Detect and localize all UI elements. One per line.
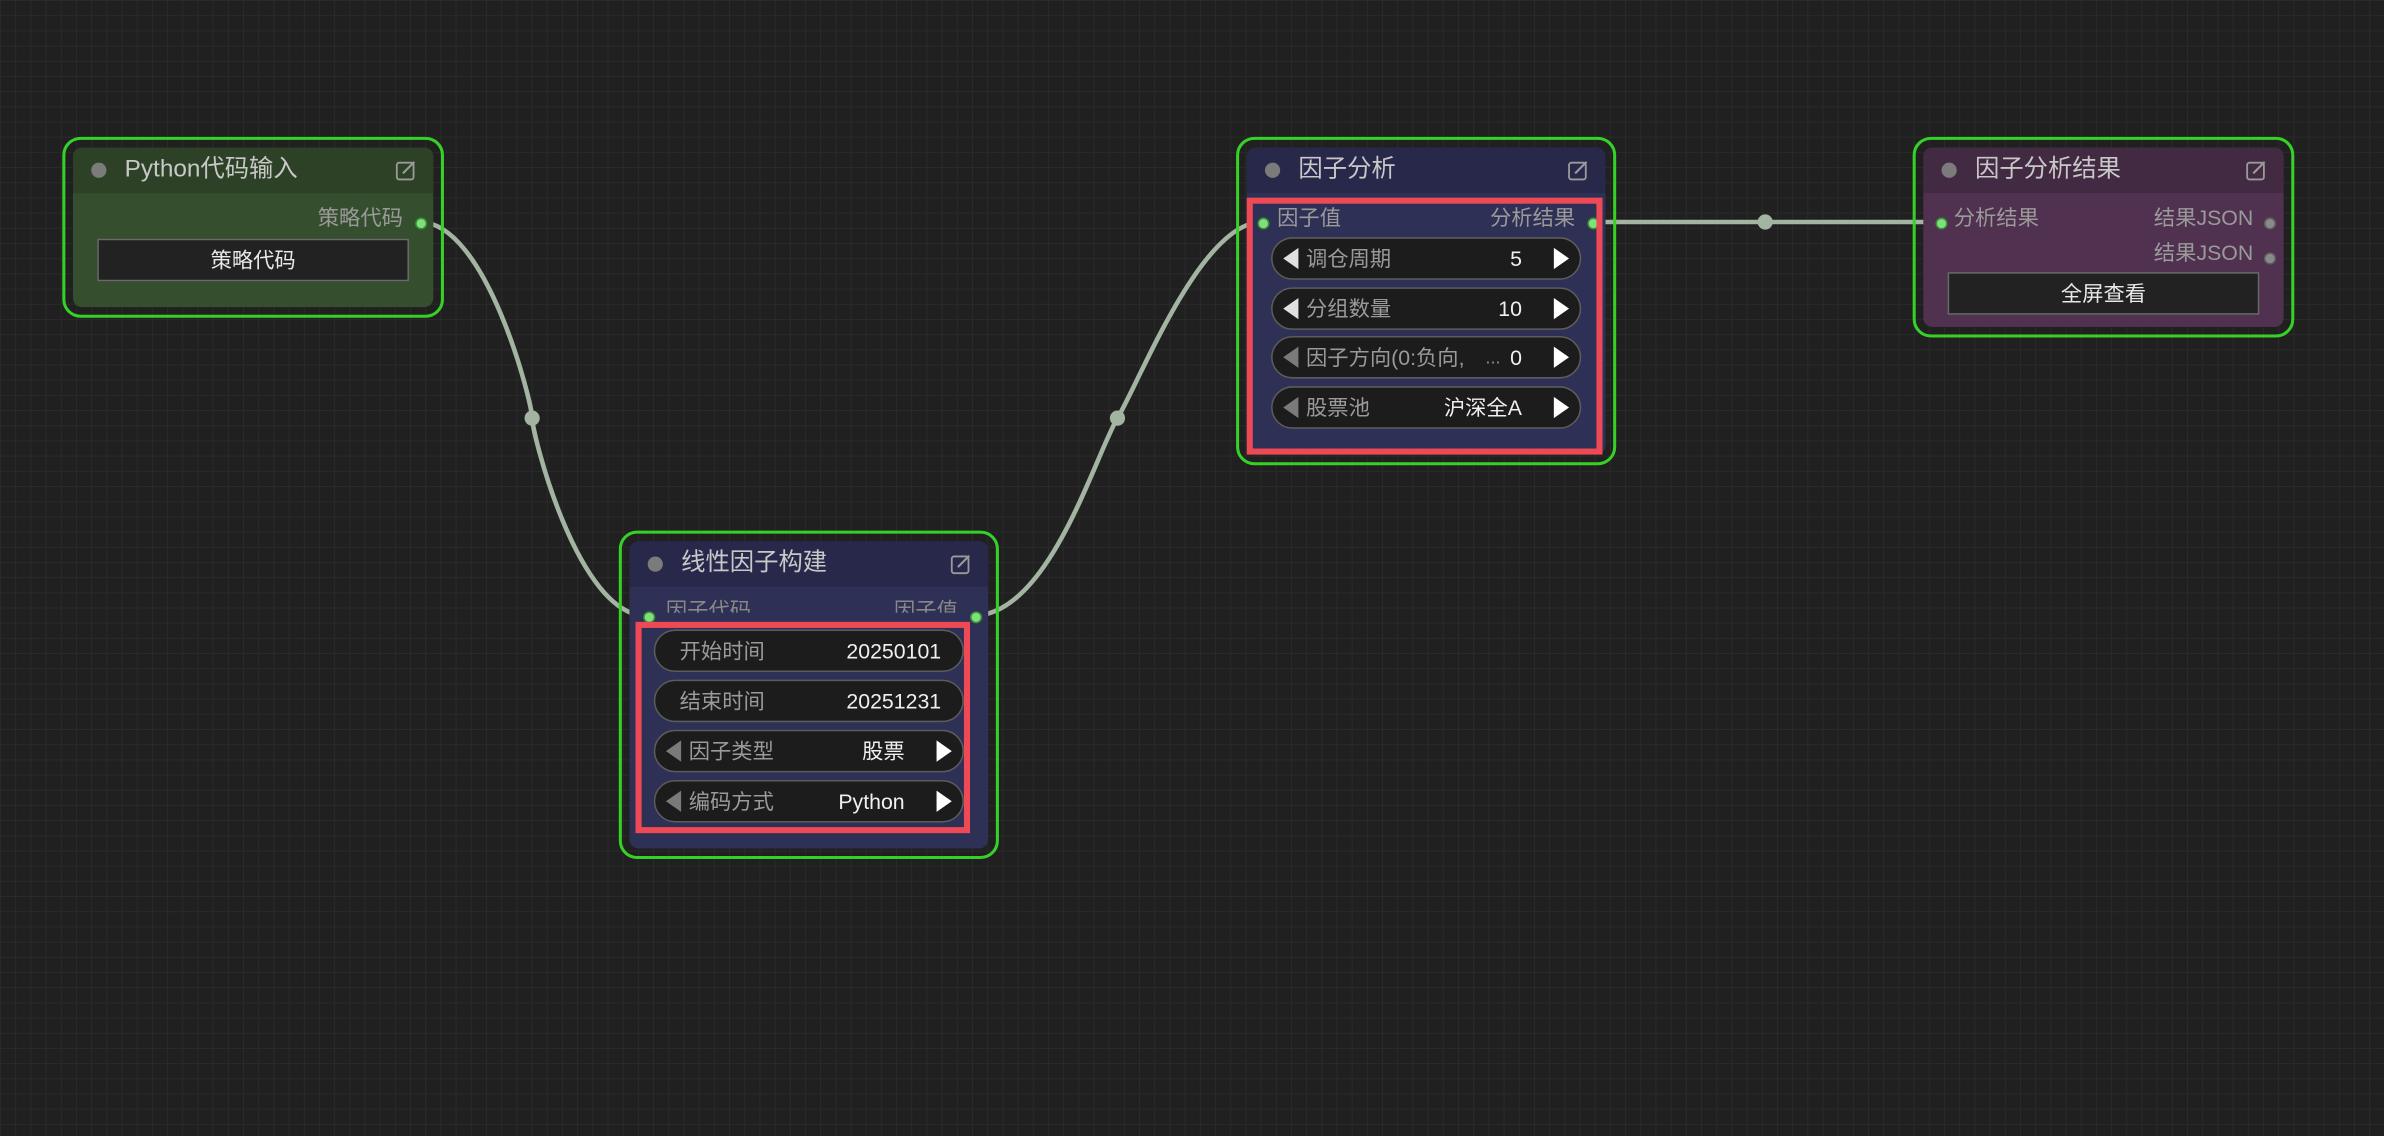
start-date-widget[interactable]: 开始时间 20250101 (653, 629, 964, 673)
arrow-left-icon[interactable] (1283, 247, 1299, 270)
link-midpoint-handle[interactable] (1109, 410, 1126, 426)
arrow-left-icon[interactable] (665, 790, 682, 812)
input-slot-label: 因子代码 (665, 597, 752, 613)
rebalance-period-number[interactable]: 调仓周期 5 (1271, 237, 1582, 280)
edit-icon[interactable] (1568, 160, 1589, 181)
link-midpoint-handle[interactable] (524, 410, 540, 426)
output-port[interactable] (2263, 217, 2277, 230)
node-header[interactable]: 线性因子构建 (629, 541, 989, 587)
node-factor-analysis[interactable]: 因子分析 因子值 分析结果 调仓周期 5 分组数量 10 因子方向(0:负向, … (1236, 136, 1617, 466)
widget-label: 因子方向(0:负向, (1306, 345, 1465, 370)
widget-label: 编码方式 (688, 789, 774, 814)
arrow-right-icon[interactable] (1553, 396, 1570, 419)
widget-label: 因子类型 (688, 738, 774, 764)
node-header[interactable]: 因子分析结果 (1923, 147, 2284, 194)
widget-label: 开始时间 (679, 638, 765, 663)
node-linear-factor[interactable]: 线性因子构建 因子代码 因子值 开始时间 20250101 结束时间 20251… (618, 530, 999, 860)
edit-icon[interactable] (2246, 160, 2267, 181)
widget-value: 股票 (862, 738, 905, 764)
end-date-widget[interactable]: 结束时间 20251231 (653, 679, 964, 723)
arrow-left-icon[interactable] (1283, 297, 1299, 320)
node-title: 因子分析结果 (1974, 156, 2121, 183)
widget-value: 5 (1510, 246, 1522, 271)
edit-icon[interactable] (395, 160, 416, 181)
widget-value: 沪深全A (1443, 395, 1522, 420)
node-collapse-dot[interactable] (1941, 162, 1957, 178)
input-slot-label: 因子值 (1277, 205, 1341, 230)
encoding-combo[interactable]: 编码方式 Python (653, 779, 964, 823)
widget-label: 分组数量 (1306, 296, 1392, 321)
widget-value: 10 (1498, 296, 1522, 321)
node-collapse-dot[interactable] (1264, 162, 1281, 178)
arrow-right-icon[interactable] (1553, 247, 1570, 270)
node-title: Python代码输入 (124, 156, 298, 183)
output-port[interactable] (970, 611, 983, 624)
widget-label: 调仓周期 (1306, 246, 1392, 271)
output-port[interactable] (2263, 252, 2277, 265)
group-count-number[interactable]: 分组数量 10 (1271, 287, 1582, 330)
output-port[interactable] (415, 217, 428, 230)
input-port[interactable] (643, 611, 656, 624)
arrow-right-icon[interactable] (936, 790, 952, 812)
widget-value: 20250101 (846, 638, 942, 663)
input-port[interactable] (1257, 217, 1270, 230)
node-collapse-dot[interactable] (91, 162, 107, 178)
link-midpoint-handle[interactable] (1757, 214, 1773, 230)
factor-direction-number[interactable]: 因子方向(0:负向, ... 0 (1271, 336, 1582, 379)
factor-type-combo[interactable]: 因子类型 股票 (653, 729, 964, 773)
widget-value: 0 (1510, 345, 1522, 370)
widget-value: Python (838, 789, 905, 814)
node-python-input[interactable]: Python代码输入 策略代码 策略代码 (62, 136, 444, 318)
label-ellipsis: ... (1485, 346, 1501, 368)
node-collapse-dot[interactable] (647, 556, 663, 572)
stock-pool-combo[interactable]: 股票池 沪深全A (1271, 386, 1582, 429)
output-slot-label: 策略代码 (317, 205, 403, 230)
widget-value: 20251231 (846, 688, 942, 714)
input-slot-label: 分析结果 (1953, 205, 2039, 230)
node-title: 线性因子构建 (681, 550, 828, 577)
output-slot-label: 结果JSON (2153, 240, 2254, 265)
arrow-left-icon[interactable] (1283, 346, 1299, 368)
output-slot-label: 因子值 (893, 597, 958, 613)
output-slot-label: 分析结果 (1489, 205, 1576, 230)
arrow-right-icon[interactable] (1553, 346, 1570, 368)
output-port[interactable] (1587, 217, 1600, 230)
edit-icon[interactable] (950, 553, 971, 575)
arrow-left-icon[interactable] (1283, 396, 1299, 419)
widget-label: 股票池 (1306, 395, 1370, 420)
node-graph-canvas[interactable]: Python代码输入 策略代码 策略代码 线性因子构建 因子代码 因子值 开始时… (0, 0, 2384, 1136)
node-title: 因子分析 (1298, 156, 1396, 183)
strategy-code-button[interactable]: 策略代码 (97, 238, 409, 282)
fullscreen-view-button[interactable]: 全屏查看 (1947, 272, 2260, 315)
node-header[interactable]: 因子分析 (1246, 147, 1606, 194)
arrow-left-icon[interactable] (665, 740, 682, 762)
node-header[interactable]: Python代码输入 (72, 147, 434, 194)
output-slot-label: 结果JSON (2153, 205, 2254, 230)
input-port[interactable] (1935, 217, 1948, 230)
node-factor-result[interactable]: 因子分析结果 分析结果 结果JSON 结果JSON 全屏查看 (1912, 136, 2295, 338)
widget-label: 结束时间 (679, 688, 765, 714)
arrow-right-icon[interactable] (1553, 297, 1570, 320)
arrow-right-icon[interactable] (936, 740, 952, 762)
